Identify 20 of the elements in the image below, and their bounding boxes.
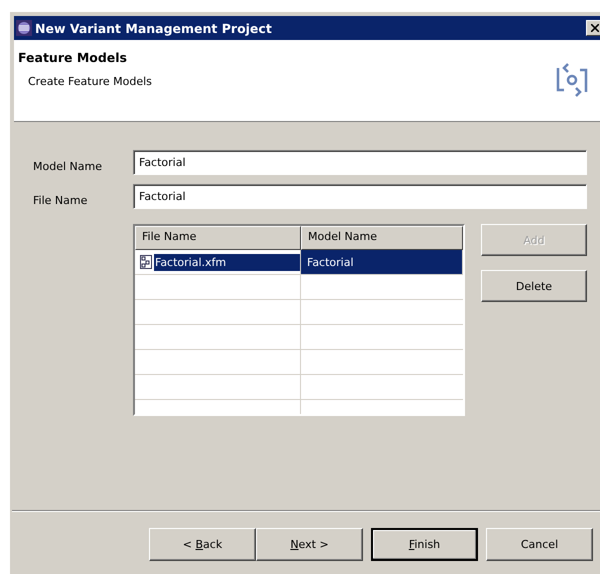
- column-header[interactable]: File Name: [135, 226, 301, 250]
- file-icon: [140, 255, 152, 269]
- input-field[interactable]: Factorial: [133, 184, 587, 209]
- table-action-button[interactable]: Delete: [481, 270, 587, 302]
- page-title: Feature Models: [18, 50, 128, 65]
- input-field[interactable]: Factorial: [133, 150, 587, 175]
- wizard-button[interactable]: < Back: [149, 528, 256, 561]
- column-header[interactable]: Model Name: [301, 226, 463, 250]
- close-icon: [591, 24, 599, 32]
- page-description: Create Feature Models: [28, 75, 152, 88]
- wizard-button[interactable]: Next >: [256, 528, 363, 561]
- eclipse-icon: [16, 20, 32, 36]
- wizard-button[interactable]: Cancel: [486, 528, 593, 561]
- table-row[interactable]: Factorial.xfm Factorial: [135, 250, 463, 275]
- window-title: New Variant Management Project: [35, 20, 273, 36]
- wizard-button[interactable]: Finish: [371, 528, 478, 561]
- field-label: File Name: [33, 194, 88, 207]
- close-button[interactable]: [586, 20, 600, 36]
- table-cell: Factorial.xfm: [154, 254, 300, 270]
- field-label: Model Name: [33, 160, 103, 173]
